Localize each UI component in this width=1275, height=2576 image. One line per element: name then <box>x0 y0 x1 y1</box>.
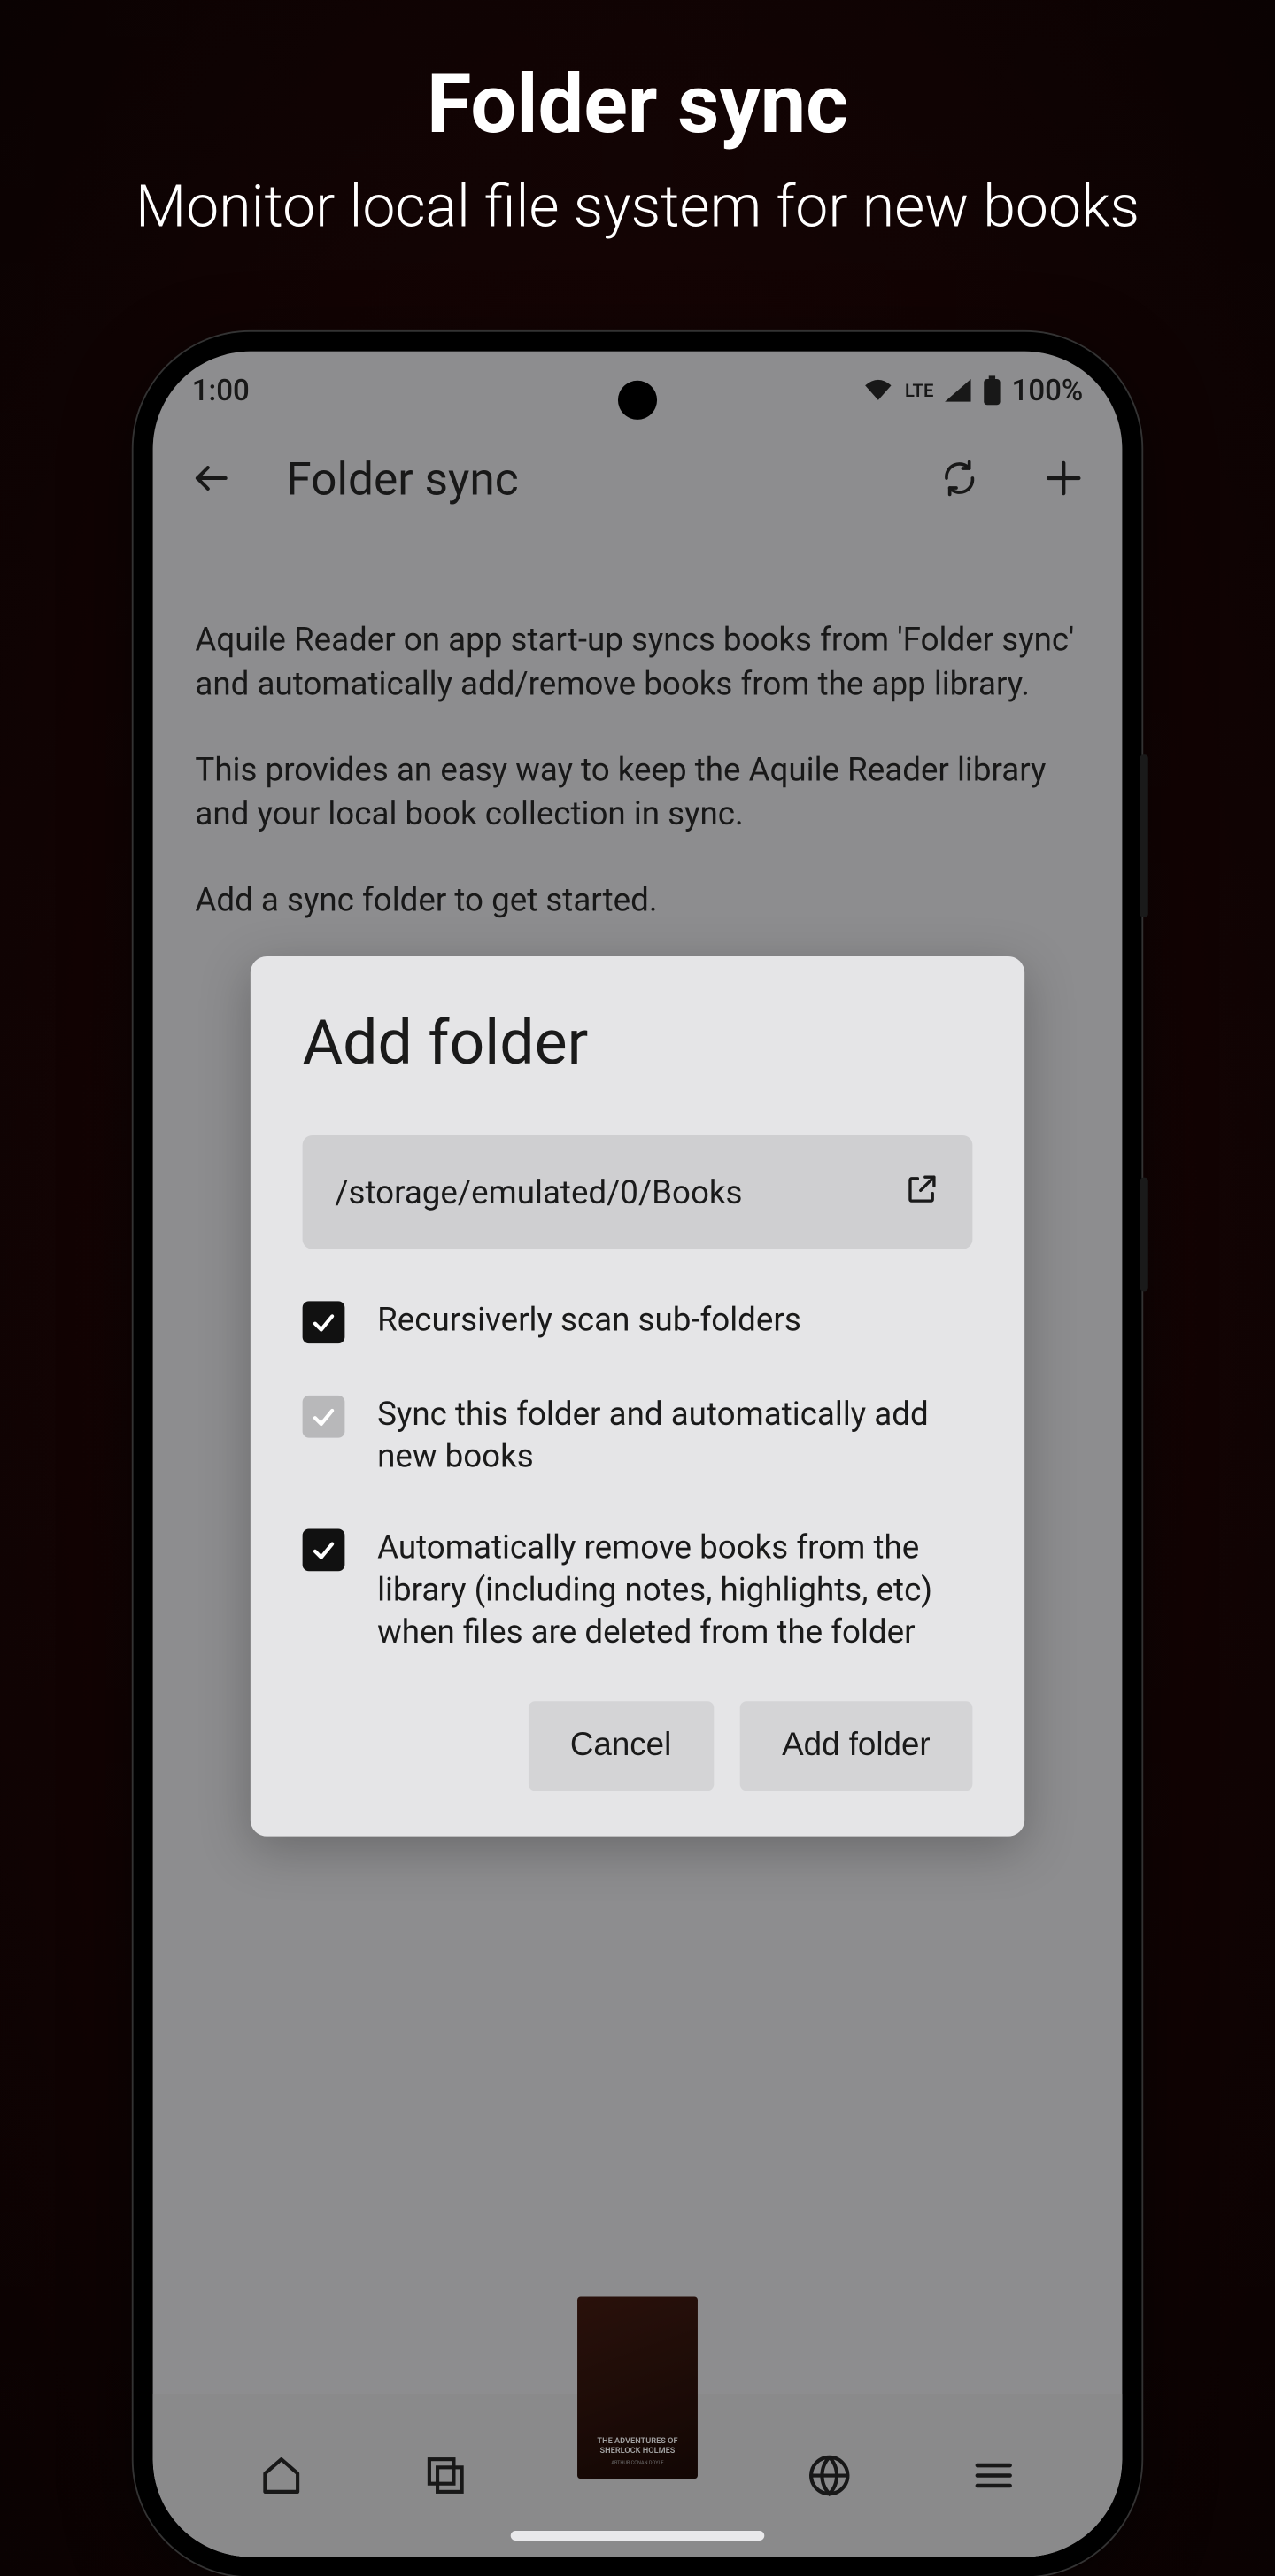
sync-add-label: Sync this folder and automatically add n… <box>377 1392 972 1477</box>
phone-side-button <box>1140 754 1148 917</box>
auto-remove-label: Automatically remove books from the libr… <box>377 1526 972 1652</box>
recursive-label: Recursiverly scan sub-folders <box>377 1298 801 1341</box>
camera-notch <box>618 381 657 420</box>
check-icon <box>309 1536 338 1565</box>
dialog-title: Add folder <box>303 1009 973 1080</box>
promo-subtitle: Monitor local file system for new books <box>0 173 1275 243</box>
add-folder-dialog: Add folder /storage/emulated/0/Books Rec… <box>251 956 1024 1837</box>
check-icon <box>309 1402 338 1431</box>
check-icon <box>309 1308 338 1337</box>
folder-path-field[interactable]: /storage/emulated/0/Books <box>303 1135 973 1249</box>
sync-add-checkbox <box>303 1396 345 1438</box>
gesture-bar[interactable] <box>511 2531 765 2541</box>
recursive-checkbox[interactable] <box>303 1301 345 1343</box>
phone-screen: 1:00 LTE 100% <box>153 352 1123 2557</box>
cancel-button[interactable]: Cancel <box>528 1701 714 1791</box>
add-folder-button[interactable]: Add folder <box>739 1701 972 1791</box>
auto-remove-checkbox[interactable] <box>303 1529 345 1572</box>
phone-side-button <box>1140 1178 1148 1292</box>
folder-path-text: /storage/emulated/0/Books <box>335 1172 904 1211</box>
phone-frame: 1:00 LTE 100% <box>134 332 1142 2576</box>
promo-title: Folder sync <box>0 0 1275 153</box>
open-external-icon[interactable] <box>904 1171 939 1213</box>
